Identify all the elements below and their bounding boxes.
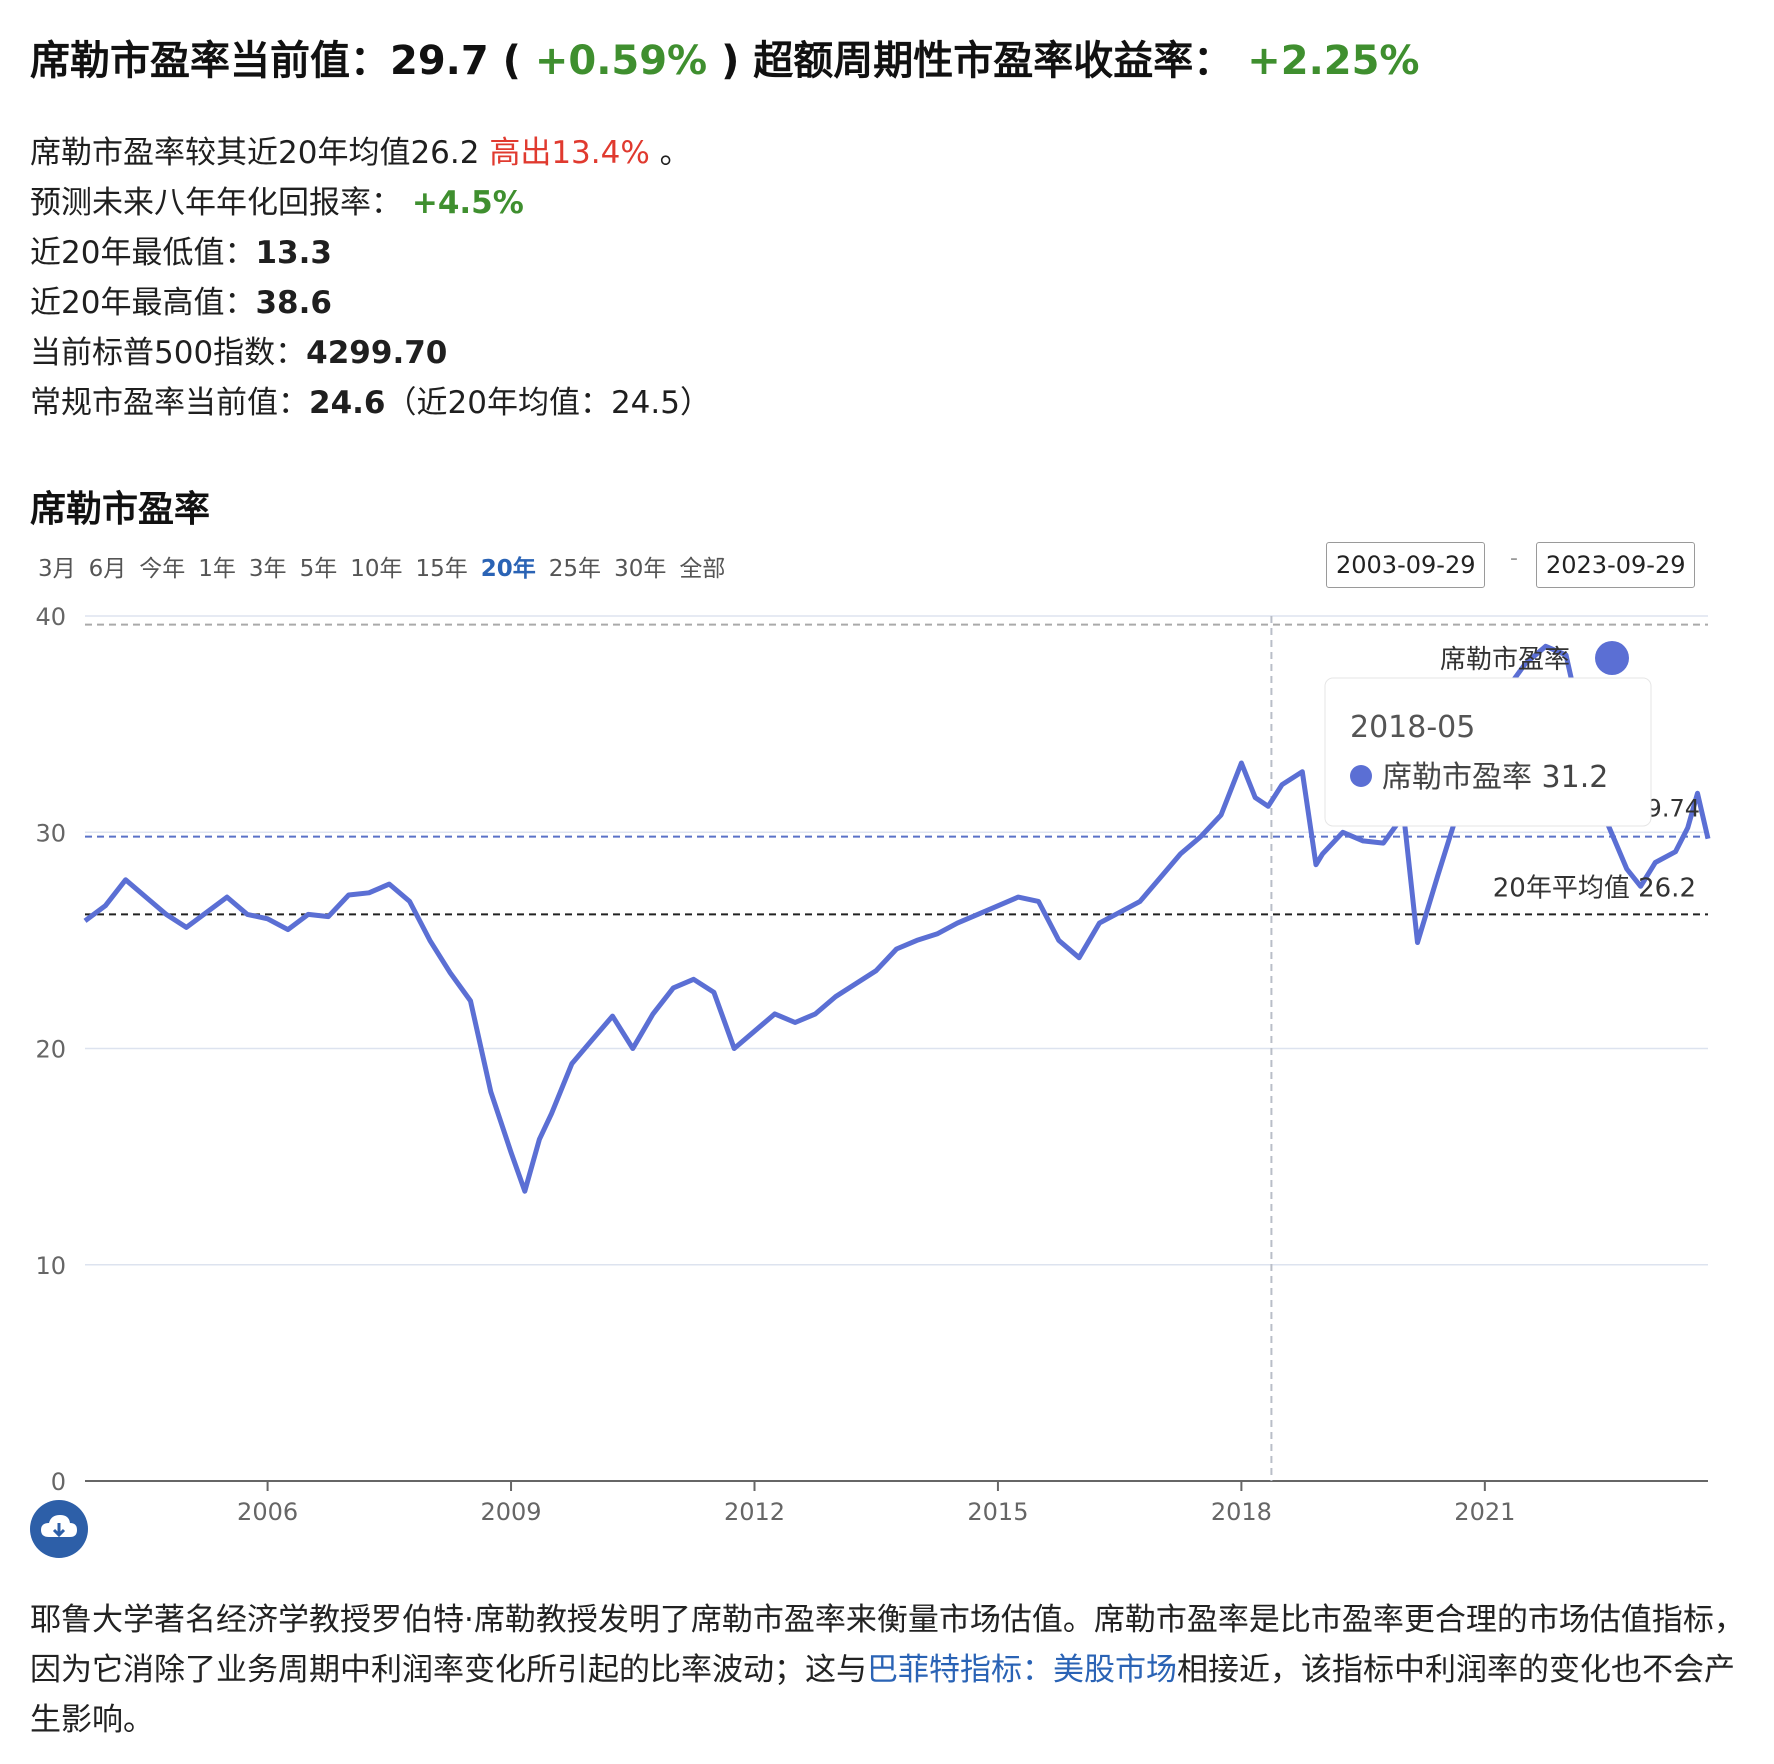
y-tick-30: 30 (35, 819, 66, 847)
pe-value: 24.6 (309, 385, 386, 421)
x-tick-2006: 2006 (237, 1498, 298, 1526)
tooltip-date: 2018-05 (1350, 710, 1475, 745)
chart-title: 席勒市盈率 (30, 489, 211, 530)
cloud-download-icon (41, 1515, 77, 1538)
shiller-pe-chart[interactable]: 0 10 20 30 40 2006 2009 2012 2015 2018 2021 20年平均值 … (0, 590, 1774, 1545)
forecast-label: 预测未来八年年化回报率： (30, 185, 402, 221)
buffett-indicator-link[interactable]: 巴菲特指标：美股市场 (867, 1652, 1177, 1688)
vs-avg-suffix: 。 (649, 135, 691, 171)
range-button-10[interactable]: 30年 (614, 549, 666, 583)
excess-value: +2.25% (1247, 38, 1420, 84)
average-line-label: 20年平均值 26.2 (1493, 873, 1696, 903)
current-value: 29.7 (390, 38, 489, 84)
vs-avg-prefix: 席勒市盈率较其近20年均值26.2 (30, 135, 490, 171)
paren-close: ) (707, 38, 754, 84)
sp500-label: 当前标普500指数： (30, 335, 307, 371)
y-tick-0: 0 (51, 1468, 66, 1496)
legend-label: 席勒市盈率 (1440, 645, 1570, 675)
x-tick-2015: 2015 (967, 1498, 1028, 1526)
excess-label: 超额周期性市盈率收益率： (753, 38, 1234, 84)
min-value: 13.3 (255, 235, 332, 271)
stat-min: 近20年最低值：13.3 (30, 228, 711, 278)
paren-open: ( (488, 38, 535, 84)
tooltip-box (1324, 677, 1652, 827)
pe-label: 常规市盈率当前值： (30, 385, 309, 421)
y-tick-40: 40 (35, 603, 66, 631)
range-button-6[interactable]: 10年 (350, 549, 402, 583)
range-button-2[interactable]: 今年 (139, 549, 185, 583)
pe-suffix: （近20年均值：24.5） (385, 385, 711, 421)
range-button-9[interactable]: 25年 (549, 549, 601, 583)
stat-sp500: 当前标普500指数：4299.70 (30, 328, 711, 378)
headline-label: 席勒市盈率当前值： (30, 38, 390, 84)
stat-pe: 常规市盈率当前值：24.6（近20年均值：24.5） (30, 378, 711, 428)
range-button-0[interactable]: 3月 (38, 549, 76, 583)
stat-vs-average: 席勒市盈率较其近20年均值26.2 高出13.4% 。 (30, 128, 711, 178)
max-label: 近20年最高值： (30, 285, 256, 321)
start-date-input[interactable]: 2003-09-29 (1326, 542, 1486, 588)
vs-avg-highlight: 高出13.4% (489, 135, 650, 171)
date-separator: - (1510, 546, 1518, 571)
x-tick-2021: 2021 (1454, 1498, 1515, 1526)
tooltip-value: 席勒市盈率 31.2 (1382, 760, 1608, 795)
sp500-value: 4299.70 (306, 335, 448, 371)
end-date-input[interactable]: 2023-09-29 (1536, 542, 1696, 588)
x-tick-2012: 2012 (724, 1498, 785, 1526)
range-button-7[interactable]: 15年 (415, 549, 467, 583)
headline: 席勒市盈率当前值：29.7 ( +0.59% ) 超额周期性市盈率收益率： +2… (30, 28, 1420, 86)
stat-forecast: 预测未来八年年化回报率： +4.5% (30, 178, 711, 228)
range-button-3[interactable]: 1年 (198, 549, 236, 583)
tooltip-marker (1350, 765, 1372, 787)
range-button-5[interactable]: 5年 (300, 549, 338, 583)
max-value: 38.6 (255, 285, 332, 321)
range-button-1[interactable]: 6月 (89, 549, 127, 583)
y-tick-20: 20 (35, 1036, 66, 1064)
min-label: 近20年最低值： (30, 235, 256, 271)
stats-block: 席勒市盈率较其近20年均值26.2 高出13.4% 。 预测未来八年年化回报率：… (30, 128, 711, 428)
change-percent: +0.59% (534, 38, 708, 84)
stat-max: 近20年最高值：38.6 (30, 278, 711, 328)
x-tick-2009: 2009 (480, 1498, 541, 1526)
x-tick-2018: 2018 (1211, 1498, 1272, 1526)
y-tick-10: 10 (35, 1252, 66, 1280)
range-button-8[interactable]: 20年 (481, 549, 536, 583)
forecast-value: +4.5% (411, 185, 524, 221)
legend-marker (1595, 641, 1629, 675)
range-button-4[interactable]: 3年 (249, 549, 287, 583)
range-selector: 3月 6月 今年 1年 3年 5年 10年 15年 20年 25年 30年 全部 (38, 549, 738, 583)
description: 耶鲁大学著名经济学教授罗伯特·席勒教授发明了席勒市盈率来衡量市场估值。席勒市盈率… (30, 1595, 1745, 1745)
download-button[interactable] (30, 1500, 88, 1558)
range-button-11[interactable]: 全部 (679, 549, 725, 583)
